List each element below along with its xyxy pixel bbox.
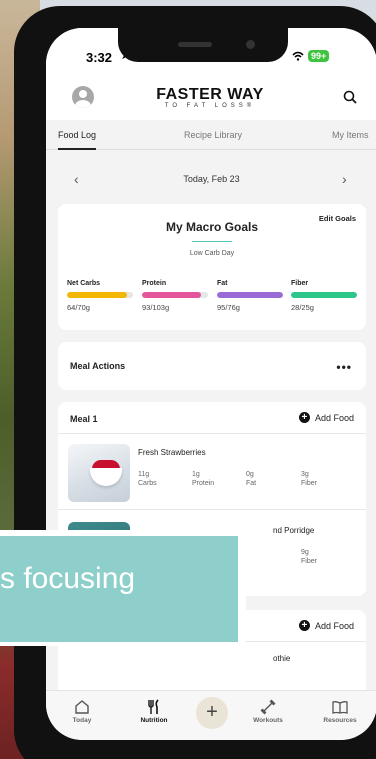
food-name: othie	[273, 654, 291, 663]
macro-name: Net Carbs	[67, 280, 101, 287]
status-time: 3:32	[86, 50, 113, 65]
tab-my-items[interactable]: My Items	[332, 130, 369, 140]
battery-badge: 99+	[308, 50, 330, 62]
food-row[interactable]: Fresh Strawberries 11g Carbs 1g Protein 0g…	[58, 434, 366, 510]
book-icon	[310, 699, 370, 717]
edit-goals-link[interactable]: Edit Goals	[319, 214, 356, 223]
promo-text: s focusing	[0, 562, 136, 595]
macro-name: Fiber	[291, 280, 309, 287]
macro-progress-fill	[291, 292, 357, 298]
macro-net-carbs: Net Carbs 64/70g	[67, 280, 133, 312]
tab-active-indicator	[58, 148, 96, 150]
nav-today[interactable]: Today	[52, 699, 112, 724]
plus-circle-icon: +	[298, 620, 310, 631]
status-icons: 99+	[292, 50, 330, 62]
food-name: nd Porridge	[273, 526, 315, 535]
macro-progress-fill	[217, 292, 283, 298]
nutrient-carbs: 11g Carbs	[138, 471, 157, 487]
fork-knife-icon	[124, 699, 184, 717]
nav-label: Resources	[323, 717, 357, 724]
search-icon[interactable]	[343, 90, 357, 104]
macro-fat: Fat 95/76g	[217, 280, 283, 312]
plus-circle-icon: +	[298, 412, 310, 423]
logo-sub: TO FAT LOSS®	[164, 103, 256, 109]
food-name: Fresh Strawberries	[138, 448, 206, 457]
tab-food-log[interactable]: Food Log	[58, 130, 96, 140]
meal-actions-card[interactable]: Meal Actions •••	[58, 342, 366, 390]
meal-actions-label: Meal Actions	[70, 361, 126, 371]
meal-header: Meal 1 + Add Food	[58, 402, 366, 434]
add-food-button[interactable]: + Add Food	[298, 620, 354, 631]
nav-resources[interactable]: Resources	[310, 699, 370, 724]
add-food-label: Add Food	[314, 620, 354, 631]
nav-label: Today	[72, 717, 92, 724]
bottom-nav: Today Nutrition + Workouts Resources	[46, 690, 376, 740]
more-icon[interactable]: •••	[336, 360, 352, 374]
notch-speaker	[178, 42, 212, 47]
macro-fiber: Fiber 28/25g	[291, 280, 357, 312]
tab-bar: Food Log Recipe Library My Items	[46, 120, 376, 150]
nav-nutrition[interactable]: Nutrition	[124, 699, 184, 724]
date-label: Today, Feb 23	[183, 174, 240, 184]
macro-value: 95/76g	[217, 303, 240, 312]
next-day-icon[interactable]: ›	[342, 171, 347, 187]
nutrient-fiber: 9g Fiber	[301, 549, 317, 565]
home-icon	[52, 699, 112, 717]
day-type: Low Carb Day	[189, 250, 235, 257]
date-navigator: ‹ Today, Feb 23 ›	[46, 166, 376, 194]
nav-workouts[interactable]: Workouts	[238, 699, 298, 724]
wifi-icon	[292, 51, 304, 61]
nutrient-protein: 1g Protein	[192, 471, 215, 487]
phone-frame: 3:32 ➤ 99+ FASTER WAY TO FAT LOSS®	[14, 6, 376, 759]
macro-value: 28/25g	[291, 303, 314, 312]
macro-goals-card: My Macro Goals Edit Goals Low Carb Day N…	[58, 204, 366, 330]
app-header: FASTER WAY TO FAT LOSS®	[46, 70, 376, 120]
macro-progress-track	[291, 292, 357, 298]
macro-progress-track	[217, 292, 283, 298]
macro-name: Fat	[217, 280, 228, 287]
dumbbell-icon	[238, 699, 298, 717]
phone-notch	[118, 28, 288, 62]
add-food-button[interactable]: + Add Food	[298, 412, 354, 423]
macro-progress-track	[142, 292, 208, 298]
macro-value: 93/103g	[142, 303, 170, 312]
tab-recipe-library[interactable]: Recipe Library	[184, 130, 242, 140]
notch-camera	[246, 40, 255, 49]
logo-main: FASTER WAY	[156, 86, 264, 103]
app-logo: FASTER WAY TO FAT LOSS®	[150, 86, 270, 109]
macro-divider	[192, 241, 232, 242]
avatar[interactable]	[72, 86, 94, 108]
nav-label: Nutrition	[140, 717, 168, 724]
add-button[interactable]: +	[196, 697, 228, 729]
food-thumbnail	[68, 444, 130, 502]
nav-label: Workouts	[253, 717, 283, 724]
macro-protein: Protein 93/103g	[142, 280, 208, 312]
macro-name: Protein	[142, 280, 167, 287]
macro-progress-fill	[142, 292, 202, 298]
nutrient-fat: 0g Fat	[246, 471, 257, 487]
promo-overlay: s focusing	[0, 530, 246, 646]
meal-title: Meal 1	[70, 414, 98, 424]
macro-progress-fill	[67, 292, 128, 298]
add-food-label: Add Food	[314, 412, 354, 423]
macro-value: 64/70g	[67, 303, 90, 312]
promo-banner: s focusing	[0, 536, 238, 642]
nutrient-fiber: 3g Fiber	[301, 471, 317, 487]
bowl-image	[90, 468, 122, 486]
macro-progress-track	[67, 292, 133, 298]
